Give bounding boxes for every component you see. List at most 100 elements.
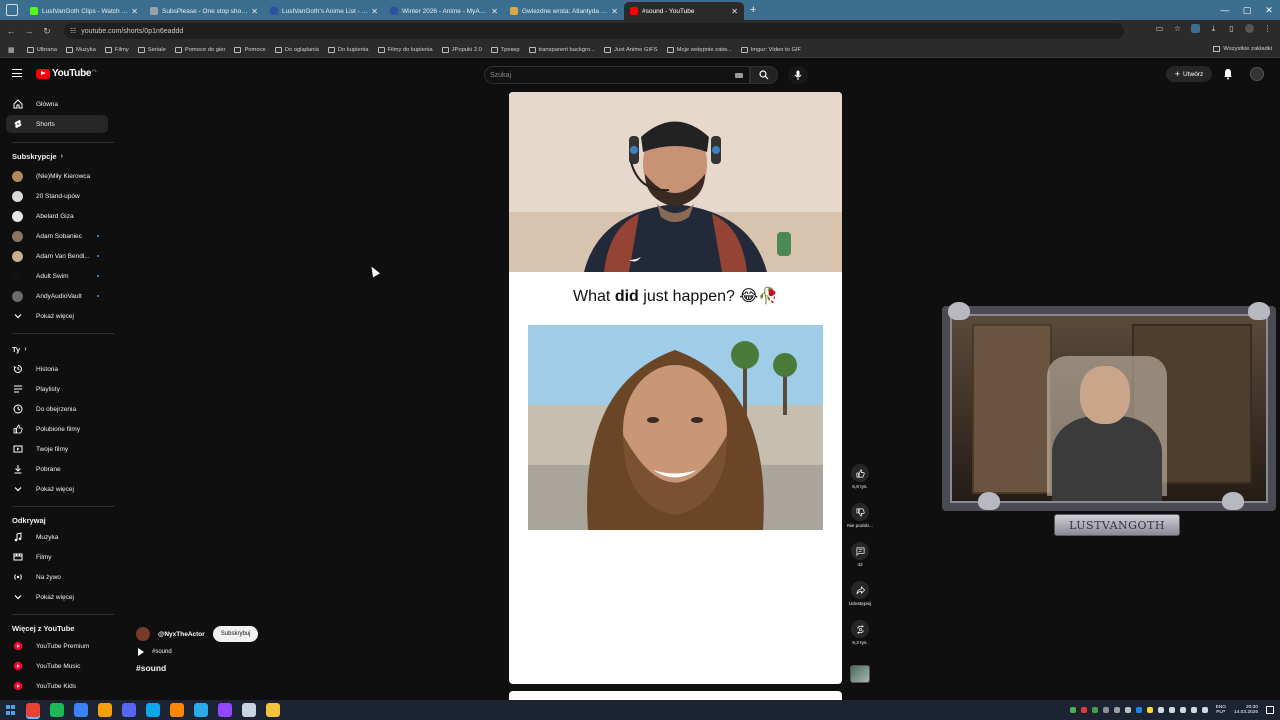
channel-avatar[interactable] [136,627,150,641]
comments-action[interactable]: 42 [843,542,877,568]
remix-action[interactable]: 9,2 tys. [843,620,877,646]
create-button[interactable]: + Utwórz [1166,66,1212,82]
browser-tab[interactable]: #sound - YouTube ✕ [624,2,744,20]
sidebar-youtube-product[interactable]: YouTube Premium [6,637,108,655]
discord-icon[interactable] [122,703,136,717]
notification-center-icon[interactable] [1266,706,1274,714]
site-info-icon[interactable]: ☷ [70,27,76,35]
menu-icon[interactable]: ⋮ [1263,24,1272,33]
tab-close-icon[interactable]: ✕ [491,7,498,16]
show-more-explore[interactable]: Pokaż więcej [6,588,108,606]
app-cyan-icon[interactable] [146,703,160,717]
steam-icon[interactable] [242,703,256,717]
tray-app-icon[interactable] [1102,707,1109,713]
sound-thumbnail[interactable] [850,665,870,683]
show-more-subscriptions[interactable]: Pokaż więcej [6,307,108,325]
subscribe-button[interactable]: Subskrybuj [212,626,259,642]
sidebar-subscription-item[interactable]: (Nie)Miły Kierowca [6,167,108,185]
sidebar-subscription-item[interactable]: Adam Van Bendl... [6,247,108,265]
tray-app-icon[interactable] [1146,707,1153,713]
sidebar-item-music[interactable]: Muzyka [6,528,108,546]
dislike-action[interactable]: Nie podob... [843,503,877,529]
telegram-icon[interactable] [194,703,208,717]
clock[interactable]: 20:30 14.03.2026 [1234,705,1258,716]
profile-avatar[interactable] [1245,24,1254,33]
sidebar-item-download[interactable]: Pobrane [6,460,108,478]
sidebar-subscription-item[interactable]: Adam Sobaniec [6,227,108,245]
network-icon[interactable] [1190,707,1197,713]
chrome-icon[interactable] [26,703,40,717]
extension-icon[interactable] [1191,24,1200,33]
new-tab-button[interactable]: + [750,4,756,16]
next-short-preview[interactable] [509,691,842,700]
tray-app-icon[interactable] [1124,707,1131,713]
language-indicator[interactable]: ENG PLP [1216,705,1226,716]
sidebar-youtube-product[interactable]: YouTube Music [6,657,108,675]
share-button[interactable] [851,581,869,599]
twitch-icon[interactable] [218,703,232,717]
maximize-icon[interactable]: ▢ [1236,0,1258,20]
side-panel-icon[interactable]: ▯ [1227,24,1236,33]
bookmark-item[interactable]: Pomoce [234,46,266,53]
vlc-icon[interactable] [170,703,184,717]
volume-icon[interactable] [1201,707,1208,713]
sidebar-item-home[interactable]: Główna [6,95,108,113]
bookmark-item[interactable]: Just Anime GIFS [604,46,658,53]
subscriptions-heading[interactable]: Subskrypcje › [12,152,63,161]
search-input[interactable]: Szukaj [484,66,750,84]
dislike-button[interactable] [851,503,869,521]
browser-tab[interactable]: LustVanGoth Clips - Watch Live ✕ [24,2,144,20]
forward-icon[interactable]: → [20,26,38,36]
tab-close-icon[interactable]: ✕ [371,7,378,16]
sidebar-item-your-videos[interactable]: Twoje filmy [6,440,108,458]
sidebar-subscription-item[interactable]: Adult Swim [6,267,108,285]
close-window-icon[interactable]: ✕ [1258,0,1280,20]
bookmark-item[interactable]: Filmy [104,46,129,53]
bookmark-item[interactable]: Filmy do kupienia [377,46,433,53]
tab-close-icon[interactable]: ✕ [251,7,258,16]
tray-app-icon[interactable] [1179,707,1186,713]
all-bookmarks-link[interactable]: Wszystkie zakładki [1213,46,1272,52]
url-field[interactable]: ☷ youtube.com/shorts/0p1n6eaddd [64,23,1124,39]
bookmark-item[interactable]: Ulbrana [26,46,57,53]
tray-app-icon[interactable] [1069,707,1076,713]
bookmark-item[interactable]: Moje wstępnie zatw... [666,46,732,53]
browser-tab[interactable]: Gwiezdne wrota: Atlantyda / St ✕ [504,2,624,20]
cast-icon[interactable]: ▭ [1155,24,1164,33]
bookmark-item[interactable]: Do oglądania [274,46,319,53]
windows-start-icon[interactable] [6,705,16,715]
notifications-bell-icon[interactable] [1222,68,1234,80]
sidebar-subscription-item[interactable]: 20 Stand-upów [6,187,108,205]
app-blue-icon[interactable] [74,703,88,717]
bookmark-item[interactable]: Трекер [490,46,520,53]
tab-close-icon[interactable]: ✕ [131,7,138,16]
hashtag-title[interactable]: #sound [136,663,166,673]
url-text[interactable]: youtube.com/shorts/0p1n6eaddd [81,28,183,35]
spotify-icon[interactable] [50,703,64,717]
sidebar-subscription-item[interactable]: Abelard Giza [6,207,108,225]
you-heading[interactable]: Ty › [12,345,27,354]
sidebar-item-film[interactable]: Filmy [6,548,108,566]
tab-close-icon[interactable]: ✕ [611,7,618,16]
sidebar-item-watch-later[interactable]: Do obejrzenia [6,400,108,418]
sidebar-youtube-product[interactable]: YouTube Kids [6,677,108,695]
apps-grid-icon[interactable]: ▦ [8,46,15,54]
search-button[interactable] [750,66,778,84]
reload-icon[interactable]: ↻ [38,26,56,37]
remix-button[interactable] [851,620,869,638]
bookmark-item[interactable]: Pomoce do gier [174,46,225,53]
bookmark-item[interactable]: Imgur: Video to GIF [740,46,801,53]
sidebar-item-like[interactable]: Polubione filmy [6,420,108,438]
tab-search-icon[interactable] [6,4,18,16]
tray-app-icon[interactable] [1168,707,1175,713]
app-orange-icon[interactable] [98,703,112,717]
bookmark-item[interactable]: transparent backgro... [528,46,595,53]
tray-app-icon[interactable] [1157,707,1164,713]
download-icon[interactable]: ⤓ [1209,24,1218,33]
tray-app-icon[interactable] [1080,707,1087,713]
browser-tab[interactable]: LustVanGoth's Anime List - My ✕ [264,2,384,20]
tray-app-icon[interactable] [1113,707,1120,713]
account-avatar[interactable] [1250,67,1264,81]
tray-app-icon[interactable] [1091,707,1098,713]
comments-button[interactable] [851,542,869,560]
